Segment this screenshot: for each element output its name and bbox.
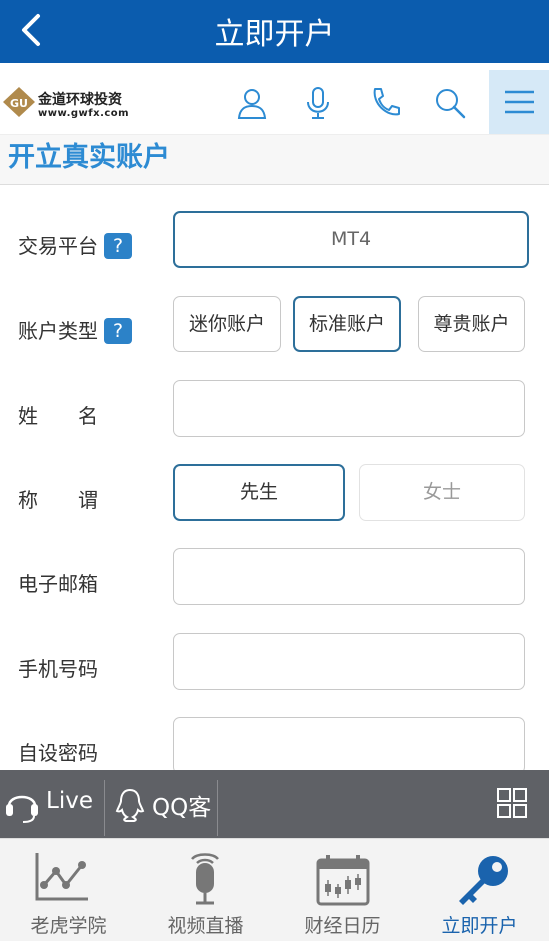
search-icon[interactable] <box>432 85 468 121</box>
bottom-tab-bar: 老虎学院 视频直播 财经日历 立即开户 <box>0 838 549 941</box>
livebar-divider <box>217 780 218 836</box>
qq-icon[interactable] <box>114 786 146 824</box>
tab-open-account-label: 立即开户 <box>441 915 518 937</box>
salutation-mr-label: 先生 <box>239 481 278 503</box>
email-label: 电子邮箱 <box>18 572 98 596</box>
qq-label[interactable]: QQ客 <box>152 788 211 822</box>
account-type-label-text: 账户类型 <box>18 319 98 343</box>
tab-calendar-label: 财经日历 <box>304 915 381 937</box>
svg-text:GU: GU <box>10 97 28 110</box>
salutation-ms-label: 女士 <box>422 481 461 503</box>
livebar-divider <box>104 780 105 836</box>
microphone-icon <box>191 853 219 905</box>
top-bar: 立即开户 <box>0 0 549 63</box>
tab-calendar[interactable]: 财经日历 <box>274 839 411 942</box>
page-title: 立即开户 <box>214 17 335 52</box>
account-type-mini[interactable]: 迷你账户 <box>173 296 281 352</box>
brand-url: www.gwfx.com <box>38 108 130 119</box>
brand-name: 金道环球投资 <box>38 92 122 108</box>
mobile-input[interactable] <box>173 633 525 690</box>
platform-value: MT4 <box>330 228 372 250</box>
tab-video-live-label: 视频直播 <box>167 915 244 937</box>
name-label: 姓 名 <box>18 404 98 428</box>
password-label: 自设密码 <box>18 741 98 765</box>
tab-academy-label: 老虎学院 <box>30 915 107 937</box>
salutation-label: 称 谓 <box>18 488 98 512</box>
tab-academy[interactable]: 老虎学院 <box>0 839 137 942</box>
chart-icon <box>35 853 88 901</box>
grid-icon[interactable] <box>497 788 527 818</box>
phone-icon[interactable] <box>367 85 403 121</box>
account-type-mini-label: 迷你账户 <box>188 313 265 335</box>
headset-icon[interactable] <box>4 786 40 824</box>
account-type-label: 账户类型? <box>18 315 132 344</box>
live-support-bar: Live QQ客 <box>0 770 549 838</box>
email-input[interactable] <box>173 548 525 605</box>
microphone-icon[interactable] <box>300 85 336 121</box>
account-type-premium-label: 尊贵账户 <box>433 313 510 335</box>
live-label[interactable]: Live <box>46 788 93 814</box>
platform-help-icon[interactable]: ? <box>104 233 132 259</box>
calendar-icon <box>316 855 370 906</box>
name-input[interactable] <box>173 380 525 437</box>
tab-open-account[interactable]: 立即开户 <box>411 839 548 942</box>
platform-select[interactable]: MT4 <box>173 211 529 268</box>
section-header: 开立真实账户 <box>0 135 549 185</box>
section-title: 开立真实账户 <box>8 142 170 173</box>
menu-icon <box>505 90 534 114</box>
tab-video-live[interactable]: 视频直播 <box>137 839 274 942</box>
account-type-standard[interactable]: 标准账户 <box>293 296 401 352</box>
platform-label-text: 交易平台 <box>18 234 98 258</box>
menu-button[interactable] <box>489 70 549 134</box>
account-type-premium[interactable]: 尊贵账户 <box>418 296 525 352</box>
account-type-help-icon[interactable]: ? <box>104 318 132 344</box>
account-type-standard-label: 标准账户 <box>308 313 385 335</box>
site-header: GU 金道环球投资 www.gwfx.com <box>0 63 549 135</box>
platform-label: 交易平台? <box>18 230 132 259</box>
brand-logo[interactable]: GU <box>2 86 36 118</box>
salutation-mr[interactable]: 先生 <box>173 464 345 521</box>
key-icon <box>459 856 508 905</box>
salutation-ms[interactable]: 女士 <box>359 464 525 521</box>
password-input[interactable] <box>173 717 525 774</box>
mobile-label: 手机号码 <box>18 657 98 681</box>
user-icon[interactable] <box>234 85 270 121</box>
